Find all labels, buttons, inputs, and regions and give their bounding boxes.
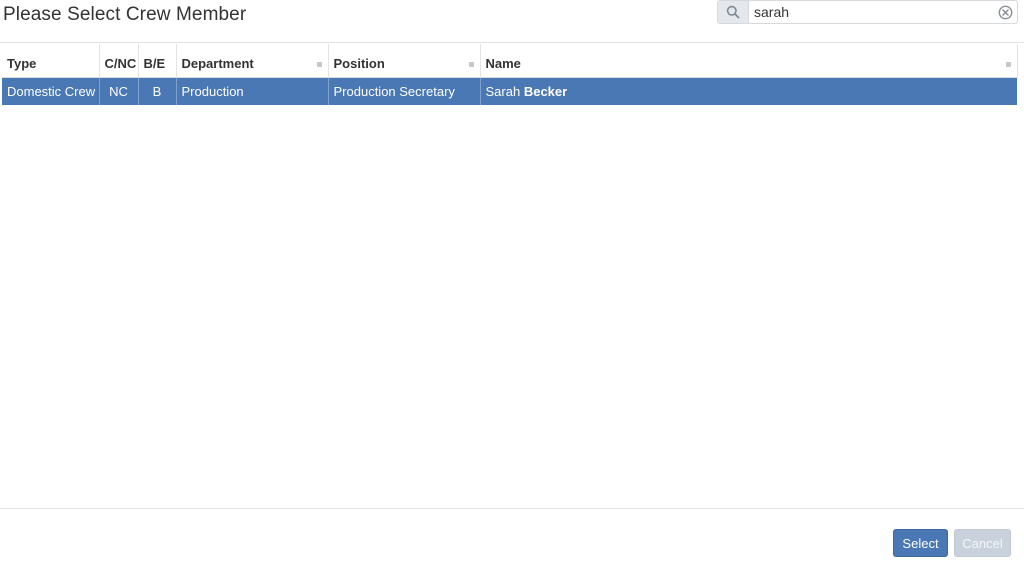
cell-type[interactable]: Domestic Crew [2, 77, 100, 105]
cell-be[interactable]: B [138, 77, 177, 105]
cell-position[interactable]: Production Secretary [328, 77, 481, 105]
search-input[interactable] [750, 1, 990, 23]
cancel-button[interactable]: Cancel [954, 529, 1011, 557]
name-last: Becker [523, 83, 568, 99]
column-header-label: Type [7, 55, 37, 71]
column-header-position[interactable]: Position [328, 44, 481, 78]
dialog-title: Please Select Crew Member [3, 4, 247, 25]
crew-table: Type C/NC B/E Department Position Name D… [2, 44, 1018, 105]
column-header-cnc[interactable]: C/NC [99, 44, 139, 78]
cell-department[interactable]: Production [176, 77, 329, 105]
select-button[interactable]: Select [893, 529, 948, 557]
search-icon[interactable] [718, 1, 749, 23]
sort-indicator-icon[interactable] [316, 62, 322, 67]
clear-search-icon[interactable] [997, 4, 1013, 20]
header-divider [0, 42, 1024, 43]
cell-name[interactable]: Sarah Becker [480, 77, 1017, 105]
column-header-be[interactable]: B/E [138, 44, 177, 78]
column-header-label: Position [333, 55, 385, 71]
search-box [717, 0, 1018, 24]
table-row[interactable]: Domestic Crew NC B Production Production… [2, 77, 1017, 105]
sort-indicator-icon[interactable] [1005, 62, 1011, 67]
sort-indicator-icon[interactable] [468, 62, 474, 67]
cell-cnc[interactable]: NC [99, 77, 139, 105]
column-header-label: C/NC [104, 55, 137, 71]
column-header-label: Name [485, 55, 521, 71]
table-header-row: Type C/NC B/E Department Position Name [2, 44, 1018, 78]
column-header-label: Department [181, 55, 254, 71]
column-header-department[interactable]: Department [176, 44, 329, 78]
name-first: Sarah [485, 83, 521, 99]
column-header-label: B/E [143, 55, 166, 71]
column-header-name[interactable]: Name [480, 44, 1018, 78]
column-header-type[interactable]: Type [2, 44, 100, 78]
footer-divider [0, 508, 1024, 509]
